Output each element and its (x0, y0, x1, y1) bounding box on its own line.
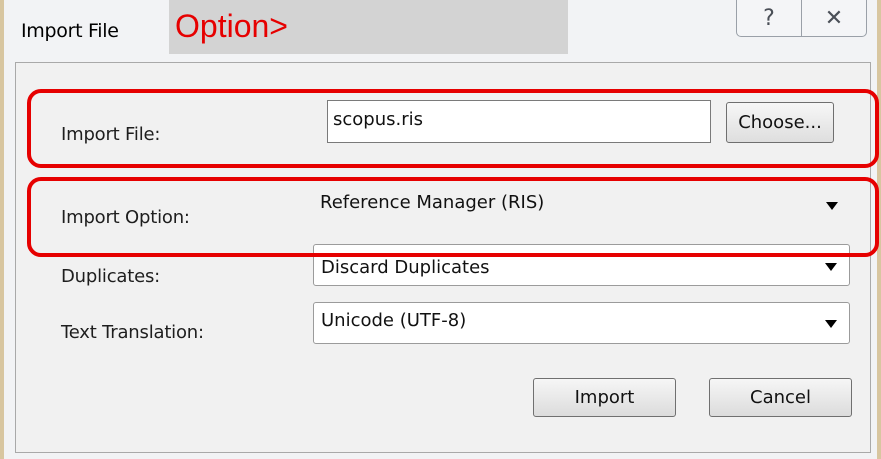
text-translation-value: Unicode (UTF-8) (321, 310, 467, 331)
import-button[interactable]: Import (533, 378, 676, 417)
highlight-import-option (27, 177, 879, 257)
callout-text: Option> (175, 8, 288, 44)
highlight-import-file (27, 89, 879, 168)
title-bar-buttons: ? ✕ (736, 0, 867, 37)
duplicates-value: Discard Duplicates (321, 257, 490, 278)
dropdown-arrow-icon (825, 320, 837, 328)
help-icon[interactable]: ? (737, 0, 801, 36)
cancel-button[interactable]: Cancel (709, 378, 852, 417)
annotation-callout: Option> (169, 0, 568, 54)
text-translation-select[interactable]: Unicode (UTF-8) (313, 302, 850, 344)
duplicates-label: Duplicates: (61, 266, 160, 287)
dropdown-arrow-icon (825, 263, 837, 271)
window-title: Import File (21, 20, 119, 42)
text-translation-label: Text Translation: (61, 322, 204, 343)
close-icon[interactable]: ✕ (801, 0, 866, 36)
